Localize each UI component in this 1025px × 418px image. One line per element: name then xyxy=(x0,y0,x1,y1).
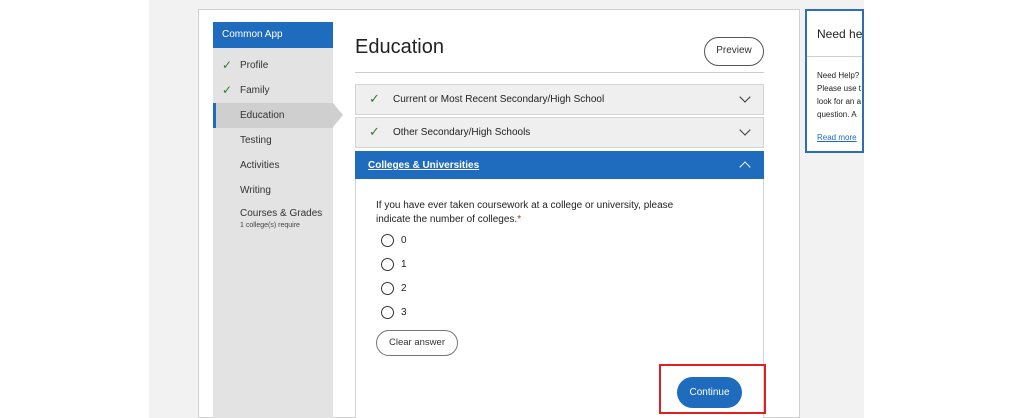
radio-button[interactable] xyxy=(381,306,394,319)
sidebar-item-label: Testing xyxy=(240,135,272,146)
question-text: If you have ever taken coursework at a c… xyxy=(376,200,674,225)
radio-label: 1 xyxy=(401,259,407,270)
sidebar-item-label: Courses & Grades xyxy=(240,208,323,219)
check-icon: ✓ xyxy=(369,124,380,139)
section-colleges-universities[interactable]: Colleges & Universities xyxy=(355,151,764,179)
radio-option-3[interactable]: 3 xyxy=(381,306,407,320)
help-panel: Need he Need Help? Please use t look for… xyxy=(805,9,864,153)
title-divider xyxy=(355,72,764,73)
sidebar-item-label: Education xyxy=(240,110,285,121)
sidebar-item-testing[interactable]: Testing xyxy=(213,128,333,153)
check-icon: ✓ xyxy=(222,83,233,97)
sidebar: Common App ✓ Profile ✓ Family Education … xyxy=(213,22,343,418)
sidebar-item-label: Writing xyxy=(240,185,271,196)
sidebar-item-label: Profile xyxy=(240,60,269,71)
sidebar-item-writing[interactable]: Writing xyxy=(213,178,333,203)
section-other-schools[interactable]: ✓ Other Secondary/High Schools xyxy=(355,117,764,148)
section-label: Other Secondary/High Schools xyxy=(393,127,531,138)
sidebar-item-profile[interactable]: ✓ Profile xyxy=(213,53,333,78)
page-title: Education xyxy=(355,36,444,58)
check-icon: ✓ xyxy=(369,91,380,106)
radio-option-1[interactable]: 1 xyxy=(381,258,407,272)
section-label: Current or Most Recent Secondary/High Sc… xyxy=(393,94,605,105)
highlight-box xyxy=(659,364,766,414)
read-more-link[interactable]: Read more xyxy=(817,133,857,142)
sidebar-item-courses-grades[interactable]: Courses & Grades 1 college(s) require xyxy=(213,203,333,235)
sidebar-header: Common App xyxy=(213,22,333,48)
help-text: Need Help? Please use t look for an a qu… xyxy=(817,71,862,119)
radio-option-0[interactable]: 0 xyxy=(381,234,407,248)
clear-answer-button[interactable]: Clear answer xyxy=(376,330,458,356)
sidebar-item-sublabel: 1 college(s) require xyxy=(240,222,300,229)
help-title: Need he xyxy=(817,27,863,41)
check-icon: ✓ xyxy=(222,58,233,72)
radio-label: 0 xyxy=(401,235,407,246)
section-current-school[interactable]: ✓ Current or Most Recent Secondary/High … xyxy=(355,84,764,115)
section-label[interactable]: Colleges & Universities xyxy=(368,160,479,171)
radio-label: 2 xyxy=(401,283,407,294)
radio-button[interactable] xyxy=(381,234,394,247)
preview-button[interactable]: Preview xyxy=(704,37,764,66)
chevron-down-icon xyxy=(739,124,751,136)
radio-button[interactable] xyxy=(381,258,394,271)
sidebar-item-label: Family xyxy=(240,85,270,96)
sidebar-item-education[interactable]: Education xyxy=(213,103,343,128)
sidebar-item-label: Activities xyxy=(240,160,280,171)
sidebar-item-activities[interactable]: Activities xyxy=(213,153,333,178)
help-divider xyxy=(807,56,862,57)
chevron-up-icon xyxy=(739,161,751,173)
radio-option-2[interactable]: 2 xyxy=(381,282,407,296)
chevron-down-icon xyxy=(739,91,751,103)
sidebar-item-family[interactable]: ✓ Family xyxy=(213,78,333,103)
required-mark: * xyxy=(517,214,522,225)
radio-button[interactable] xyxy=(381,282,394,295)
radio-label: 3 xyxy=(401,307,407,318)
